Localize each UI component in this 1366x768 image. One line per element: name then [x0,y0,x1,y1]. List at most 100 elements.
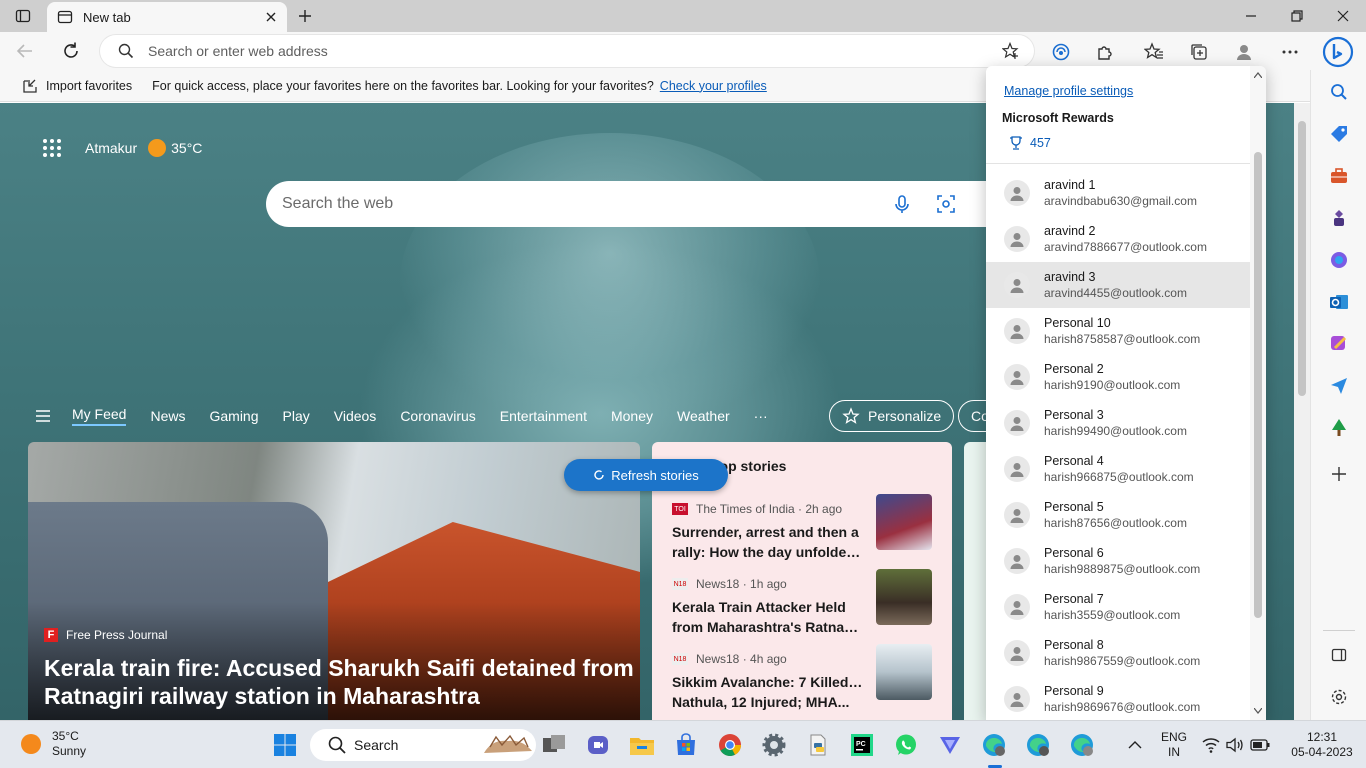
nav-more[interactable]: ··· [754,408,768,424]
python-file-icon[interactable] [804,731,832,759]
favorites-icon[interactable] [1139,40,1169,64]
profile-item[interactable]: Personal 7 harish3559@outlook.com [986,584,1250,630]
restore-button[interactable] [1274,0,1320,32]
battery-icon[interactable] [1250,738,1270,752]
task-view-icon[interactable] [540,731,568,759]
add-icon[interactable] [1327,462,1351,486]
refresh-button[interactable] [60,40,82,62]
edge-profile-icon[interactable] [980,731,1008,759]
microsoft-store-icon[interactable] [672,731,700,759]
scroll-up-icon[interactable] [1254,72,1262,78]
check-profiles-link[interactable]: Check your profiles [660,79,767,93]
shopping-icon[interactable] [1046,40,1076,64]
apps-grid-icon[interactable] [42,138,62,158]
profile-item[interactable]: aravind 1 aravindbabu630@gmail.com [986,170,1250,216]
show-hidden-icons-chevron-icon[interactable] [1122,731,1148,759]
tab-new-tab[interactable]: New tab [47,2,287,32]
personalize-label: Personalize [868,408,942,424]
tools-icon[interactable] [1327,164,1351,188]
microphone-icon[interactable] [892,194,912,214]
volume-icon[interactable] [1226,737,1244,753]
vpn-triangle-icon[interactable] [936,731,964,759]
nav-entertainment[interactable]: Entertainment [500,408,587,424]
add-favorite-icon[interactable] [1002,42,1020,60]
settings-gear-icon[interactable] [760,731,788,759]
nav-money[interactable]: Money [611,408,653,424]
profile-item[interactable]: Personal 3 harish99490@outlook.com [986,400,1250,446]
whatsapp-icon[interactable] [892,731,920,759]
hide-sidebar-icon[interactable] [1327,643,1351,667]
designer-icon[interactable] [1327,332,1351,356]
profile-item[interactable]: Personal 9 harish9869676@outlook.com [986,676,1250,720]
taskbar-weather[interactable]: 35°C Sunny [20,729,86,759]
clock[interactable]: 12:31 05-04-2023 [1286,730,1358,760]
weather-temperature[interactable]: 35°C [171,140,202,156]
chrome-icon[interactable] [716,731,744,759]
more-options-icon[interactable] [1275,40,1305,64]
scroll-down-icon[interactable] [1254,708,1262,714]
back-button[interactable] [14,40,36,62]
profile-item[interactable]: aravind 2 aravind7886677@outlook.com [986,216,1250,262]
outlook-icon[interactable] [1327,290,1351,314]
nav-play[interactable]: Play [283,408,310,424]
menu-icon[interactable] [36,410,50,422]
address-bar[interactable]: Search or enter web address [100,35,1034,67]
search-icon[interactable] [1327,80,1351,104]
profile-item[interactable]: Personal 4 harish966875@outlook.com [986,446,1250,492]
new-tab-button[interactable] [282,0,328,32]
nav-my-feed[interactable]: My Feed [72,406,127,426]
profile-item[interactable]: Personal 10 harish8758587@outlook.com [986,308,1250,354]
collections-icon[interactable] [1184,40,1214,64]
minimize-button[interactable] [1228,0,1274,32]
tree-icon[interactable] [1327,416,1351,440]
extensions-icon[interactable] [1090,40,1120,64]
tag-icon[interactable] [1327,122,1351,146]
games-icon[interactable] [1327,206,1351,230]
input-language[interactable]: ENG IN [1158,730,1190,760]
close-window-button[interactable] [1320,0,1366,32]
hero-article[interactable]: F Free Press Journal Kerala train fire: … [28,442,640,720]
nav-coronavirus[interactable]: Coronavirus [400,408,475,424]
flyout-scrollbar-thumb[interactable] [1254,152,1262,618]
edge-icon[interactable] [1024,731,1052,759]
wifi-icon[interactable] [1202,737,1220,753]
profile-item[interactable]: aravind 3 aravind4455@outlook.com [986,262,1250,308]
profile-item[interactable]: Personal 2 harish9190@outlook.com [986,354,1250,400]
refresh-stories-button[interactable]: Refresh stories [564,459,728,491]
nav-weather[interactable]: Weather [677,408,730,424]
profile-item[interactable]: Personal 6 harish9889875@outlook.com [986,538,1250,584]
manage-profile-settings-link[interactable]: Manage profile settings [1004,84,1133,98]
send-icon[interactable] [1327,374,1351,398]
windows-start-icon[interactable] [271,731,299,759]
page-scrollbar-thumb[interactable] [1298,121,1306,396]
weather-location[interactable]: Atmakur [85,140,137,156]
nav-gaming[interactable]: Gaming [209,408,258,424]
pycharm-icon[interactable]: PC [848,731,876,759]
hero-headline[interactable]: Kerala train fire: Accused Sharukh Saifi… [44,654,634,710]
rewards-points[interactable]: 457 [1008,135,1051,151]
flyout-scrollbar[interactable] [1250,66,1266,720]
personalize-button[interactable]: Personalize [829,400,955,432]
teams-meet-icon[interactable] [584,731,612,759]
story-item[interactable]: N18 News18 · 1h ago Kerala Train Attacke… [672,569,934,637]
profile-item[interactable]: Personal 8 harish9867559@outlook.com [986,630,1250,676]
profile-icon[interactable] [1229,40,1259,64]
file-explorer-icon[interactable] [628,731,656,759]
taskbar-search[interactable]: Search [310,729,536,761]
import-icon [22,78,38,94]
story-item[interactable]: N18 News18 · 4h ago Sikkim Avalanche: 7 … [672,644,934,712]
story-item[interactable]: TOI The Times of India · 2h ago Surrende… [672,494,934,562]
bing-copilot-icon[interactable] [1322,36,1354,68]
visual-search-icon[interactable] [936,194,956,214]
nav-news[interactable]: News [150,408,185,424]
page-scrollbar[interactable] [1294,103,1310,720]
web-search-box[interactable]: Search the web [266,181,1026,227]
profile-item[interactable]: Personal 5 harish87656@outlook.com [986,492,1250,538]
tab-actions-icon[interactable] [0,0,46,32]
microsoft-365-icon[interactable] [1327,248,1351,272]
import-favorites-button[interactable]: Import favorites [14,78,132,94]
close-tab-icon[interactable] [263,9,279,25]
nav-videos[interactable]: Videos [334,408,377,424]
edge-dev-icon[interactable] [1068,731,1096,759]
settings-gear-icon[interactable] [1327,685,1351,709]
